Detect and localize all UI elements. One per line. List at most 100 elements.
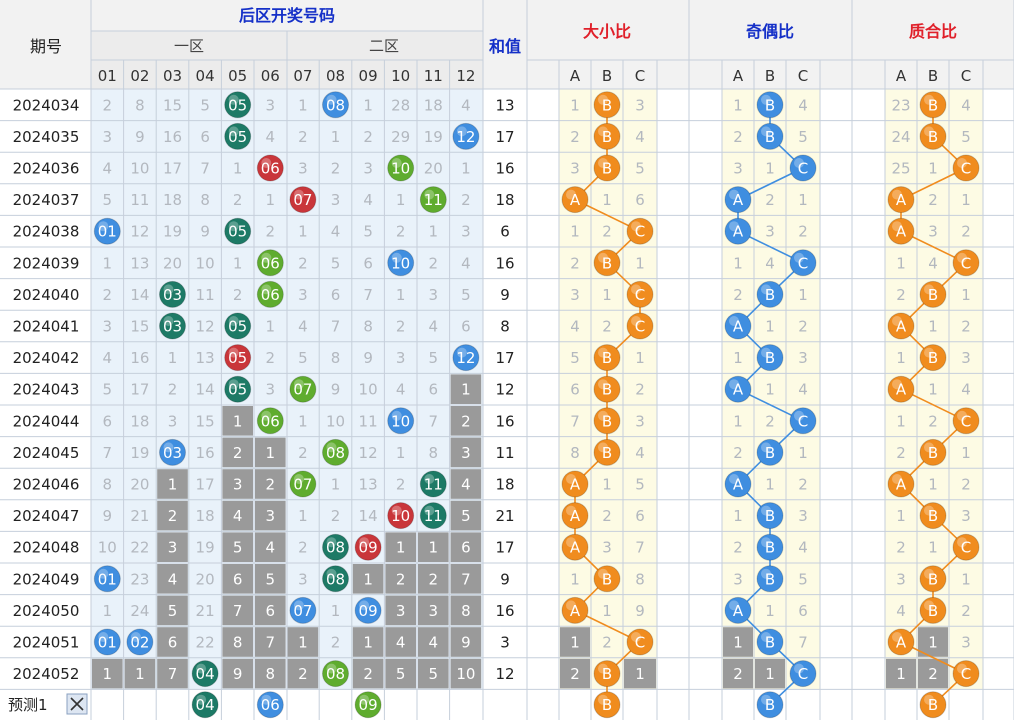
drawn-ball-11: 11 — [419, 186, 447, 214]
omission-value: 18 — [196, 507, 215, 525]
size-ratio-ball-label: B — [602, 349, 612, 367]
miss-count-value: 2 — [233, 444, 243, 462]
header-number-07: 07 — [293, 67, 312, 85]
ratio-omission-value: 2 — [570, 254, 580, 272]
prime-ratio-ball: B — [919, 91, 947, 119]
size-ratio-ball: B — [593, 344, 621, 372]
omission-value: 2 — [331, 634, 341, 652]
drawn-ball-05: 05 — [224, 91, 252, 119]
omission-value: 1 — [298, 412, 308, 430]
miss-count-value: 1 — [135, 665, 145, 683]
miss-count-value: 5 — [461, 507, 471, 525]
miss-count-value: 3 — [168, 539, 178, 557]
header-number-08: 08 — [326, 67, 345, 85]
ratio-miss-value: 1 — [733, 634, 743, 652]
sum-cell: 16 — [495, 412, 514, 430]
omission-value: 20 — [130, 476, 149, 494]
drawn-ball-10-label: 10 — [391, 412, 410, 430]
sum-cell: 11 — [495, 444, 514, 462]
size-ratio-ball-label: C — [635, 318, 645, 336]
omission-value: 1 — [363, 96, 373, 114]
ratio-omission-value: 3 — [928, 223, 938, 241]
miss-count-value: 6 — [168, 634, 178, 652]
ratio-omission-value: 7 — [570, 412, 580, 430]
omission-value: 1 — [103, 602, 113, 620]
odd_even-ratio-ball: A — [724, 186, 752, 214]
sum-cell: 17 — [495, 128, 514, 146]
omission-value: 2 — [298, 539, 308, 557]
ratio-omission-value: 2 — [602, 507, 612, 525]
period-cell: 2024050 — [13, 602, 80, 620]
drawn-ball-04-label: 04 — [196, 665, 215, 683]
size-ratio-ball: B — [593, 91, 621, 119]
omission-value: 2 — [461, 191, 471, 209]
odd_even-prediction-ball-label: B — [765, 696, 775, 714]
header-prime-a: A — [896, 67, 907, 85]
drawn-ball-08-label: 08 — [326, 570, 345, 588]
prime-ratio-ball: A — [887, 375, 915, 403]
ratio-omission-value: 1 — [602, 476, 612, 494]
miss-count-value: 5 — [429, 665, 439, 683]
drawn-ball-08-label: 08 — [326, 665, 345, 683]
sum-cell: 18 — [495, 191, 514, 209]
drawn-ball-11-label: 11 — [424, 507, 443, 525]
miss-count-value: 1 — [461, 381, 471, 399]
odd_even-ratio-ball: B — [756, 438, 784, 466]
omission-value: 5 — [103, 381, 113, 399]
ratio-omission-value: 1 — [928, 381, 938, 399]
ratio-omission-value: 5 — [798, 570, 808, 588]
miss-count-value: 8 — [266, 665, 276, 683]
prime-ratio-ball-label: B — [928, 507, 938, 525]
miss-count-value: 4 — [233, 507, 243, 525]
odd_even-prediction-ball: B — [756, 691, 784, 719]
omission-value: 4 — [429, 318, 439, 336]
omission-value: 9 — [363, 349, 373, 367]
drawn-ball-09: 09 — [354, 596, 382, 624]
prediction-ball-09: 09 — [354, 691, 382, 719]
omission-value: 1 — [461, 160, 471, 178]
odd_even-ratio-ball-label: B — [765, 128, 775, 146]
omission-value: 11 — [359, 412, 378, 430]
drawn-ball-07-label: 07 — [293, 381, 312, 399]
period-cell: 2024051 — [13, 634, 80, 652]
ratio-omission-value: 1 — [635, 254, 645, 272]
omission-value: 1 — [266, 191, 276, 209]
close-icon[interactable] — [66, 693, 88, 715]
prime-ratio-ball-label: B — [928, 444, 938, 462]
sum-cell: 18 — [495, 476, 514, 494]
ratio-omission-value: 1 — [733, 349, 743, 367]
omission-value: 19 — [424, 128, 443, 146]
ratio-omission-value: 4 — [765, 254, 775, 272]
prime-ratio-ball: A — [887, 628, 915, 656]
prime-ratio-ball-label: B — [928, 570, 938, 588]
miss-count-value: 5 — [396, 665, 406, 683]
miss-count-value: 8 — [233, 634, 243, 652]
omission-value: 3 — [168, 412, 178, 430]
miss-count-value: 7 — [168, 665, 178, 683]
omission-value: 3 — [266, 96, 276, 114]
header-number-10: 10 — [391, 67, 410, 85]
omission-value: 12 — [130, 223, 149, 241]
ratio-omission-value: 1 — [798, 191, 808, 209]
ratio-omission-value: 9 — [635, 602, 645, 620]
omission-value: 2 — [396, 476, 406, 494]
ratio-omission-value: 6 — [635, 507, 645, 525]
ratio-omission-value: 3 — [635, 412, 645, 430]
drawn-ball-06-label: 06 — [261, 254, 280, 272]
drawn-ball-12: 12 — [452, 122, 480, 150]
odd_even-ratio-ball-label: B — [765, 570, 775, 588]
omission-value: 5 — [298, 349, 308, 367]
omission-value: 9 — [103, 507, 113, 525]
drawn-ball-06-label: 06 — [261, 412, 280, 430]
omission-value: 5 — [200, 96, 210, 114]
ratio-omission-value: 3 — [961, 507, 971, 525]
omission-value: 23 — [130, 570, 149, 588]
omission-value: 1 — [266, 318, 276, 336]
omission-value: 21 — [130, 507, 149, 525]
miss-count-value: 2 — [396, 570, 406, 588]
omission-value: 1 — [331, 602, 341, 620]
period-cell: 2024035 — [13, 128, 80, 146]
omission-value: 7 — [331, 318, 341, 336]
drawn-ball-08: 08 — [322, 533, 349, 561]
ratio-omission-value: 1 — [602, 286, 612, 304]
